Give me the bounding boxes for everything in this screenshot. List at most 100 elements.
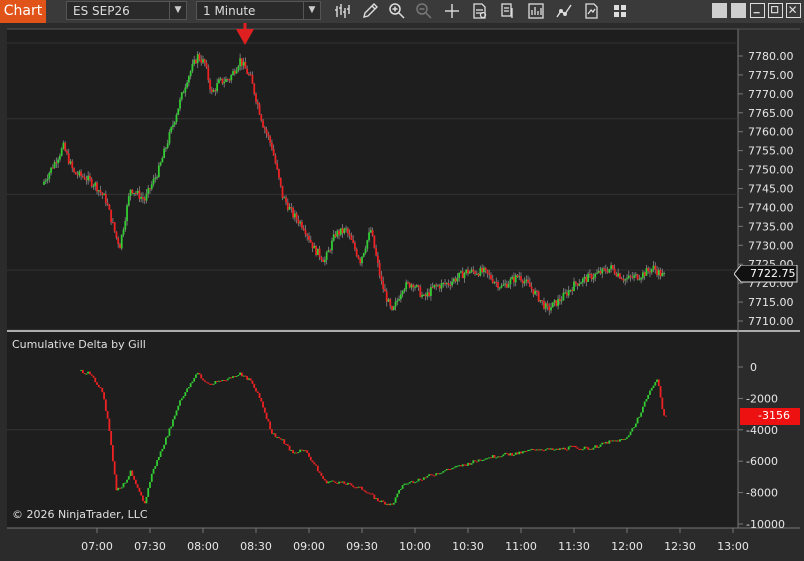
delta-candle — [380, 500, 383, 503]
data-box-icon[interactable] — [499, 2, 517, 20]
crosshair-icon[interactable] — [443, 2, 461, 20]
delta-candle — [412, 481, 415, 483]
close-button[interactable] — [786, 3, 801, 18]
price-candle — [596, 272, 598, 274]
time-tick-label: 09:00 — [293, 540, 325, 553]
instrument-selector[interactable]: ES SEP26 ▼ — [66, 1, 187, 20]
strategies-icon[interactable] — [555, 2, 573, 20]
delta-candle — [378, 501, 381, 503]
chevron-down-icon[interactable]: ▼ — [169, 2, 186, 19]
delta-candle — [350, 483, 353, 486]
price-candle — [184, 87, 187, 93]
minimize-button[interactable] — [750, 3, 765, 18]
delta-candle — [408, 482, 411, 484]
price-candle — [110, 209, 113, 223]
delta-candle — [513, 454, 515, 456]
delta-candle — [187, 387, 190, 389]
delta-candle — [147, 487, 150, 497]
price-candle — [255, 93, 257, 102]
grid-icon[interactable] — [611, 2, 629, 20]
delta-candle — [198, 372, 201, 375]
price-tick-label: 7740.00 — [748, 201, 794, 214]
price-candle — [430, 287, 432, 296]
price-candle — [396, 300, 399, 302]
delta-candle — [587, 447, 590, 450]
delta-candle — [488, 457, 491, 459]
delta-candle — [601, 442, 604, 445]
delta-candle — [316, 465, 319, 472]
delta-candle — [505, 452, 508, 454]
price-candle — [336, 230, 339, 237]
delta-candle — [382, 500, 385, 502]
time-tick-label: 10:30 — [452, 540, 484, 553]
price-candle — [133, 192, 135, 194]
interval-selector[interactable]: 1 Minute ▼ — [196, 1, 321, 20]
price-candle — [309, 239, 312, 243]
zoom-out-icon[interactable] — [415, 2, 433, 20]
delta-candle — [656, 379, 658, 383]
price-candle — [126, 205, 128, 221]
delta-candle — [163, 444, 166, 449]
chart-canvas[interactable]: 7780.00 7775.00 7770.00 7765.00 7760.00 7755.… — [0, 23, 804, 561]
delta-candle — [557, 448, 559, 450]
chevron-down-icon[interactable]: ▼ — [303, 2, 320, 19]
price-candle — [433, 284, 436, 288]
delta-candle — [202, 378, 204, 381]
delta-candle — [477, 459, 480, 462]
price-candle — [212, 90, 215, 92]
delta-candle — [454, 466, 457, 468]
time-tick-label: 11:30 — [558, 540, 590, 553]
price-candle — [458, 272, 461, 278]
price-candle — [642, 272, 644, 278]
price-candle — [633, 275, 635, 278]
indicators-icon[interactable] — [527, 2, 545, 20]
price-candle — [417, 285, 420, 287]
delta-candle — [661, 397, 664, 410]
delta-candle — [652, 385, 655, 388]
delta-candle — [161, 448, 164, 452]
delta-candle — [426, 475, 429, 478]
maximize-button[interactable] — [768, 3, 783, 18]
price-tick-label: 7735.00 — [748, 220, 794, 233]
delta-candle — [285, 443, 287, 445]
price-candle — [306, 234, 309, 237]
price-candle — [251, 74, 254, 84]
attach-icon[interactable] — [731, 3, 746, 18]
chart-window-tab[interactable]: Chart — [0, 0, 46, 23]
delta-candle — [583, 446, 586, 450]
templates-icon[interactable] — [583, 2, 601, 20]
delta-candle — [606, 441, 609, 444]
delta-candle — [138, 487, 141, 492]
price-candle — [472, 269, 475, 272]
properties-icon[interactable] — [471, 2, 489, 20]
delta-candle — [502, 454, 505, 457]
delta-candle — [569, 445, 572, 447]
delta-candle — [329, 481, 332, 483]
delta-candle — [354, 487, 356, 489]
price-candle — [69, 161, 72, 164]
price-candle — [230, 74, 233, 81]
delta-candle — [396, 493, 399, 498]
price-candle — [265, 129, 268, 134]
price-candle — [354, 242, 356, 250]
price-candle — [272, 148, 275, 156]
price-candle — [322, 259, 325, 262]
price-candle — [608, 268, 611, 273]
bar-style-icon[interactable] — [334, 2, 352, 20]
price-candle — [249, 74, 252, 76]
delta-candle — [207, 382, 210, 384]
delta-candle — [258, 393, 261, 399]
price-candle — [507, 284, 510, 288]
tile-icon[interactable] — [712, 3, 727, 18]
delta-candle — [385, 503, 388, 505]
draw-pencil-icon[interactable] — [361, 2, 379, 20]
price-candle — [422, 294, 425, 296]
delta-candle — [99, 387, 102, 389]
price-candle — [470, 269, 473, 272]
delta-candle — [483, 459, 485, 461]
price-tick-label: 7780.00 — [748, 50, 794, 63]
delta-candle — [573, 445, 575, 447]
price-candle — [567, 290, 570, 296]
zoom-in-icon[interactable] — [388, 2, 406, 20]
price-candle — [221, 78, 224, 84]
